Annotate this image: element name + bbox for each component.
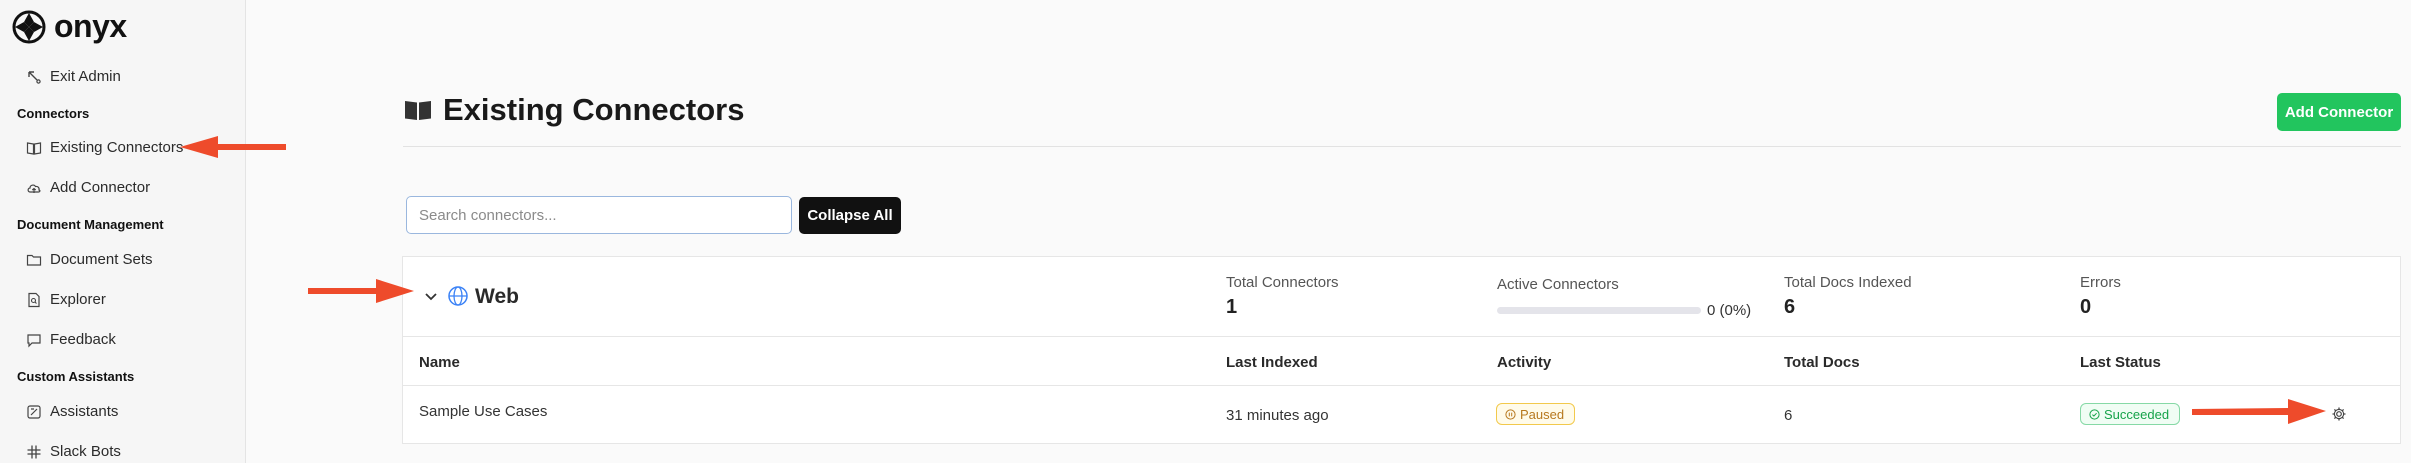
- add-connector-button[interactable]: Add Connector: [2277, 93, 2401, 131]
- sidebar-item-add-connector[interactable]: Add Connector: [26, 179, 150, 196]
- sidebar-item-label: Assistants: [50, 403, 119, 420]
- sidebar-section-connectors: Connectors: [17, 106, 90, 121]
- sidebar-item-exit-admin[interactable]: Exit Admin: [26, 68, 121, 85]
- file-search-icon: [28, 292, 40, 307]
- search-input[interactable]: [406, 196, 792, 234]
- brand-name: onyx: [54, 8, 127, 44]
- column-header-total-docs[interactable]: Total Docs: [1784, 354, 1860, 371]
- status-badge-succeeded: Succeeded: [2080, 403, 2181, 425]
- sidebar-item-explorer[interactable]: Explorer: [26, 291, 106, 308]
- sidebar-item-label: Slack Bots: [50, 443, 121, 460]
- book-icon: [26, 141, 42, 155]
- sidebar: onyx Exit Admin Connectors Existing Conn…: [0, 0, 246, 463]
- stat-total-docs-label: Total Docs Indexed: [1784, 274, 1912, 291]
- sidebar-item-label: Feedback: [50, 331, 116, 348]
- badge-label: Paused: [1520, 406, 1565, 422]
- cell-name[interactable]: Sample Use Cases: [419, 403, 547, 420]
- sidebar-item-label: Existing Connectors: [50, 139, 184, 156]
- header-divider: [403, 146, 2401, 147]
- badge-label: Succeeded: [2104, 406, 2170, 422]
- sidebar-item-feedback[interactable]: Feedback: [26, 331, 116, 348]
- sidebar-section-document-management: Document Management: [17, 217, 164, 232]
- chevron-down-icon[interactable]: [421, 286, 441, 306]
- sidebar-item-label: Explorer: [50, 291, 106, 308]
- active-connectors-progress: [1497, 307, 1701, 314]
- sidebar-item-label: Document Sets: [50, 251, 153, 268]
- sidebar-item-label: Exit Admin: [50, 68, 121, 85]
- column-header-last-indexed[interactable]: Last Indexed: [1226, 354, 1318, 371]
- globe-icon: [448, 286, 468, 306]
- annotation-arrow-settings: [2192, 399, 2326, 424]
- annotation-arrow-group: [308, 279, 414, 303]
- logo[interactable]: onyx: [12, 8, 127, 45]
- sidebar-item-slack-bots[interactable]: Slack Bots: [26, 443, 121, 460]
- sidebar-item-existing-connectors[interactable]: Existing Connectors: [26, 139, 183, 156]
- connector-group-web: Web Total Connectors 1 Active Connectors…: [402, 256, 2401, 444]
- sidebar-item-label: Add Connector: [50, 179, 151, 196]
- check-circle-icon: [2089, 408, 2100, 420]
- assistant-icon: [27, 404, 41, 419]
- slack-icon: [27, 445, 41, 458]
- pause-circle-icon: [1505, 408, 1516, 420]
- annotation-arrow-sidebar: [180, 136, 286, 158]
- column-header-activity[interactable]: Activity: [1497, 354, 1551, 371]
- stat-total-docs-value: 6: [1784, 296, 1796, 318]
- message-icon: [27, 333, 41, 347]
- active-connectors-text: 0 (0%): [1707, 302, 1752, 319]
- sidebar-item-document-sets[interactable]: Document Sets: [26, 251, 153, 268]
- stat-errors-value: 0: [2080, 296, 2092, 318]
- book-icon: [405, 101, 431, 120]
- exit-arrow-icon: [28, 70, 41, 84]
- cell-last-indexed: 31 minutes ago: [1226, 407, 1329, 424]
- table-divider: [403, 385, 2400, 386]
- stat-errors-label: Errors: [2080, 274, 2121, 291]
- column-header-name[interactable]: Name: [419, 354, 460, 371]
- group-header[interactable]: Web Total Connectors 1 Active Connectors…: [403, 257, 2400, 337]
- group-name: Web: [475, 285, 519, 308]
- cloud-upload-icon: [27, 183, 41, 193]
- stat-total-connectors-label: Total Connectors: [1226, 274, 1339, 291]
- gear-icon[interactable]: [2331, 406, 2347, 422]
- sidebar-section-custom-assistants: Custom Assistants: [17, 369, 135, 384]
- cell-total-docs: 6: [1784, 407, 1793, 424]
- page-title-text: Existing Connectors: [443, 92, 745, 127]
- folder-icon: [26, 254, 42, 266]
- sidebar-item-assistants[interactable]: Assistants: [26, 403, 118, 420]
- collapse-all-button[interactable]: Collapse All: [799, 197, 901, 234]
- status-badge-paused: Paused: [1496, 403, 1576, 425]
- stat-total-connectors-value: 1: [1226, 296, 1238, 318]
- column-header-last-status[interactable]: Last Status: [2080, 354, 2161, 371]
- page-title: Existing Connectors: [403, 92, 744, 128]
- onyx-logo-icon: [12, 10, 46, 43]
- stat-active-connectors-label: Active Connectors: [1497, 276, 1619, 293]
